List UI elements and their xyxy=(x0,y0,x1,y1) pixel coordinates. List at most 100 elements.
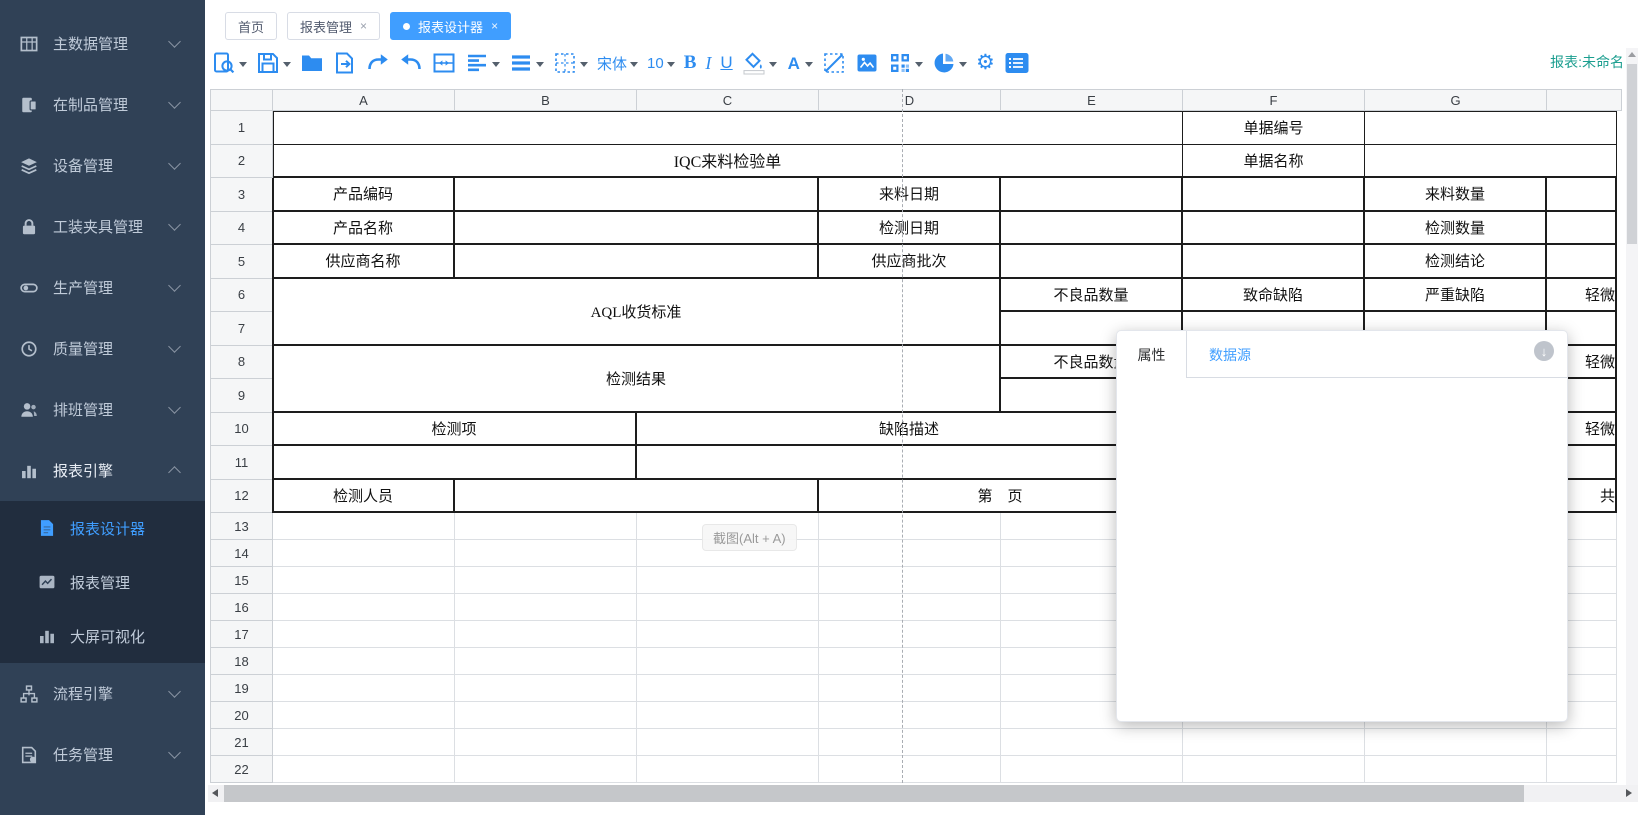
font-color-button[interactable]: A xyxy=(786,56,813,71)
font-family-select[interactable]: 宋体 xyxy=(597,53,638,74)
sidebar-item-5[interactable]: 生产管理 xyxy=(0,257,205,318)
grid-cell[interactable] xyxy=(1001,756,1183,783)
grid-cell[interactable] xyxy=(637,594,819,621)
grid-cell[interactable] xyxy=(455,648,637,675)
horizontal-scrollbar[interactable] xyxy=(208,785,1638,802)
italic-button[interactable]: I xyxy=(705,53,711,74)
row-header-20[interactable]: 20 xyxy=(210,702,273,729)
form-cell-r2c0[interactable]: IQC来料检验单 xyxy=(273,145,1183,179)
grid-cell[interactable] xyxy=(637,648,819,675)
row-header-6[interactable]: 6 xyxy=(210,279,273,313)
grid-cell[interactable] xyxy=(1547,756,1617,783)
bold-button[interactable]: B xyxy=(684,52,697,74)
image-button[interactable] xyxy=(855,51,879,75)
row-header-7[interactable]: 7 xyxy=(210,312,273,346)
grid-cell[interactable] xyxy=(819,729,1001,756)
column-header-F[interactable]: F xyxy=(1183,89,1365,111)
row-header-11[interactable]: 11 xyxy=(210,446,273,480)
row-header-21[interactable]: 21 xyxy=(210,729,273,756)
form-cell-r12c0[interactable]: 检测人员 xyxy=(273,480,455,514)
column-header-partial[interactable] xyxy=(1547,89,1622,111)
form-cell-r3c4[interactable] xyxy=(1001,178,1183,212)
form-cell-r12c1[interactable] xyxy=(455,480,819,514)
grid-cell[interactable] xyxy=(455,540,637,567)
form-cell-r11c0[interactable] xyxy=(273,446,637,480)
view-tab-1[interactable]: 首页 xyxy=(225,12,277,40)
form-cell-r4c0[interactable]: 产品名称 xyxy=(273,212,455,246)
form-cell-r4c5[interactable] xyxy=(1183,212,1365,246)
grid-cell[interactable] xyxy=(637,756,819,783)
sidebar-subitem-1[interactable]: 报表设计器 xyxy=(0,501,205,555)
close-icon[interactable]: × xyxy=(360,19,367,33)
form-cell-r10c0[interactable]: 检测项 xyxy=(273,413,637,447)
form-cell-r5c4[interactable] xyxy=(1001,245,1183,279)
column-header-D[interactable]: D xyxy=(819,89,1001,111)
form-cell-r5c0[interactable]: 供应商名称 xyxy=(273,245,455,279)
redo-button[interactable] xyxy=(366,51,390,75)
form-cell-r3c1[interactable] xyxy=(455,178,819,212)
sidebar-subitem-2[interactable]: 报表管理 xyxy=(0,555,205,609)
row-header-16[interactable]: 16 xyxy=(210,594,273,621)
grid-cell[interactable] xyxy=(1001,729,1183,756)
close-icon[interactable]: × xyxy=(491,19,498,33)
row-header-5[interactable]: 5 xyxy=(210,245,273,279)
vertical-scroll-thumb[interactable] xyxy=(1627,64,1637,244)
form-cell-r4c1[interactable] xyxy=(455,212,819,246)
form-cell-r1c6[interactable] xyxy=(1365,111,1617,145)
grid-cell[interactable] xyxy=(819,648,1001,675)
grid-cell[interactable] xyxy=(273,729,455,756)
chart-button[interactable] xyxy=(932,51,967,75)
sidebar-item-4[interactable]: 工装夹具管理 xyxy=(0,196,205,257)
view-tab-3[interactable]: 报表设计器× xyxy=(390,12,511,40)
grid-cell[interactable] xyxy=(455,513,637,540)
download-circle-icon[interactable]: ↓ xyxy=(1534,341,1554,361)
grid-cell[interactable] xyxy=(455,675,637,702)
column-header-E[interactable]: E xyxy=(1001,89,1183,111)
form-cell-r5c5[interactable] xyxy=(1183,245,1365,279)
form-cell-r8c0[interactable]: 检测结果 xyxy=(273,346,1001,413)
open-button[interactable] xyxy=(300,51,324,75)
row-header-18[interactable]: 18 xyxy=(210,648,273,675)
grid-cell[interactable] xyxy=(455,756,637,783)
grid-cell[interactable] xyxy=(273,675,455,702)
grid-cell[interactable] xyxy=(637,729,819,756)
grid-cell[interactable] xyxy=(637,702,819,729)
grid-cell[interactable] xyxy=(819,513,1001,540)
grid-cell[interactable] xyxy=(273,594,455,621)
form-cell-r4c4[interactable] xyxy=(1001,212,1183,246)
horizontal-scroll-thumb[interactable] xyxy=(224,785,1524,802)
line-weight-button[interactable] xyxy=(509,51,544,75)
sidebar-item-9[interactable]: 流程引擎 xyxy=(0,663,205,724)
underline-button[interactable]: U xyxy=(720,53,732,73)
form-cell-r4c6[interactable]: 检测数量 xyxy=(1365,212,1547,246)
column-header-A[interactable]: A xyxy=(273,89,455,111)
grid-cell[interactable] xyxy=(273,648,455,675)
grid-cell[interactable] xyxy=(273,702,455,729)
form-cell-r4c3[interactable]: 检测日期 xyxy=(819,212,1001,246)
form-cell-r6c4[interactable]: 不良品数量 xyxy=(1001,279,1183,313)
grid-cell[interactable] xyxy=(1183,729,1365,756)
font-size-select[interactable]: 10 xyxy=(647,55,675,72)
grid-cell[interactable] xyxy=(819,567,1001,594)
merge-cells-button[interactable] xyxy=(432,51,456,75)
row-header-15[interactable]: 15 xyxy=(210,567,273,594)
panel-tab-attributes[interactable]: 属性 xyxy=(1117,331,1187,378)
form-cell-r10c2[interactable]: 缺陷描述 xyxy=(637,413,1183,447)
form-cell-r6c0[interactable]: AQL收货标准 xyxy=(273,279,1001,346)
sidebar-subitem-3[interactable]: 大屏可视化 xyxy=(0,609,205,663)
grid-cell[interactable] xyxy=(819,702,1001,729)
row-header-22[interactable]: 22 xyxy=(210,756,273,783)
form-cell-r11c2[interactable] xyxy=(637,446,1183,480)
form-cell-r3c5[interactable] xyxy=(1183,178,1365,212)
sidebar-item-3[interactable]: 设备管理 xyxy=(0,135,205,196)
grid-cell[interactable] xyxy=(1547,729,1617,756)
row-header-3[interactable]: 3 xyxy=(210,178,273,212)
align-button[interactable] xyxy=(465,51,500,75)
sidebar-item-10[interactable]: 任务管理 xyxy=(0,724,205,785)
grid-cell[interactable] xyxy=(819,594,1001,621)
clear-borders-button[interactable] xyxy=(822,51,846,75)
grid-cell[interactable] xyxy=(637,675,819,702)
grid-cell[interactable] xyxy=(819,756,1001,783)
form-cell-r5c3[interactable]: 供应商批次 xyxy=(819,245,1001,279)
form-cell-r6c5[interactable]: 致命缺陷 xyxy=(1183,279,1365,313)
